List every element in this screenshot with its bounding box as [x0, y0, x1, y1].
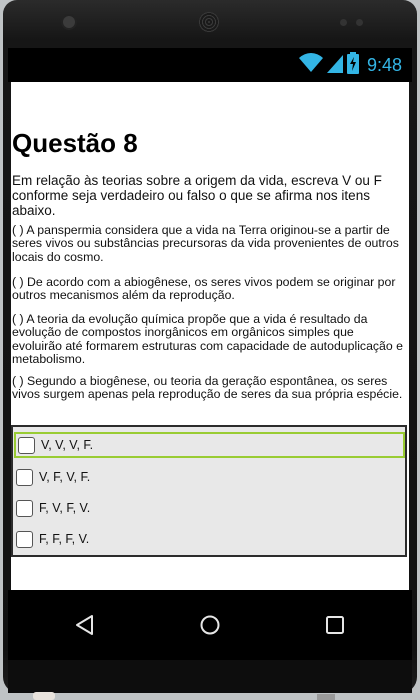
option-label: F, V, F, V.	[39, 501, 91, 515]
desktop-corner	[33, 692, 55, 700]
checkbox[interactable]	[16, 468, 33, 486]
option-label: F, F, F, V.	[39, 532, 90, 546]
statement-3: ( ) A teoria da evolução química propõe …	[12, 312, 403, 367]
question-intro: Em relação às teorias sobre a origem da …	[12, 173, 382, 218]
option-3[interactable]: F, V, F, V.	[14, 495, 405, 521]
checkbox[interactable]	[18, 436, 35, 454]
light-sensor	[356, 19, 363, 26]
status-bar: 9:48	[8, 48, 412, 82]
back-icon[interactable]	[74, 614, 96, 641]
status-time: 9:48	[366, 54, 402, 75]
bottom-bezel	[8, 660, 412, 693]
battery-charging-icon	[346, 51, 359, 79]
navigation-bar	[8, 590, 412, 660]
app-screen: Questão 8 Em relação às teorias sobre a …	[11, 82, 409, 590]
checkbox[interactable]	[16, 530, 33, 548]
option-4[interactable]: F, F, F, V.	[14, 526, 405, 552]
checkbox[interactable]	[16, 499, 33, 517]
phone-device: 9:48 Questão 8 Em relação às teorias sob…	[0, 0, 420, 700]
option-label: V, F, V, F.	[39, 470, 91, 484]
option-label: V, V, V, F.	[41, 438, 94, 452]
cellular-signal-icon	[326, 53, 343, 78]
earpiece-speaker	[199, 12, 219, 32]
recents-icon[interactable]	[324, 614, 346, 641]
option-1[interactable]: V, V, V, F.	[14, 432, 405, 458]
proximity-sensor	[340, 19, 347, 26]
statement-4: ( ) Segundo a biogênese, ou teoria da ge…	[12, 374, 403, 402]
statement-1: ( ) A panspermia considera que a vida na…	[12, 223, 399, 264]
home-icon[interactable]	[199, 614, 221, 641]
front-camera	[63, 16, 75, 28]
option-2[interactable]: V, F, V, F.	[14, 464, 405, 490]
desktop-corner-2	[317, 694, 335, 700]
statement-2: ( ) De acordo com a abiogênese, os seres…	[12, 275, 396, 303]
answer-options: V, V, V, F. V, F, V, F. F, V, F, V. F, F…	[11, 425, 407, 557]
wifi-icon	[298, 52, 323, 78]
question-title: Questão 8	[12, 128, 138, 158]
